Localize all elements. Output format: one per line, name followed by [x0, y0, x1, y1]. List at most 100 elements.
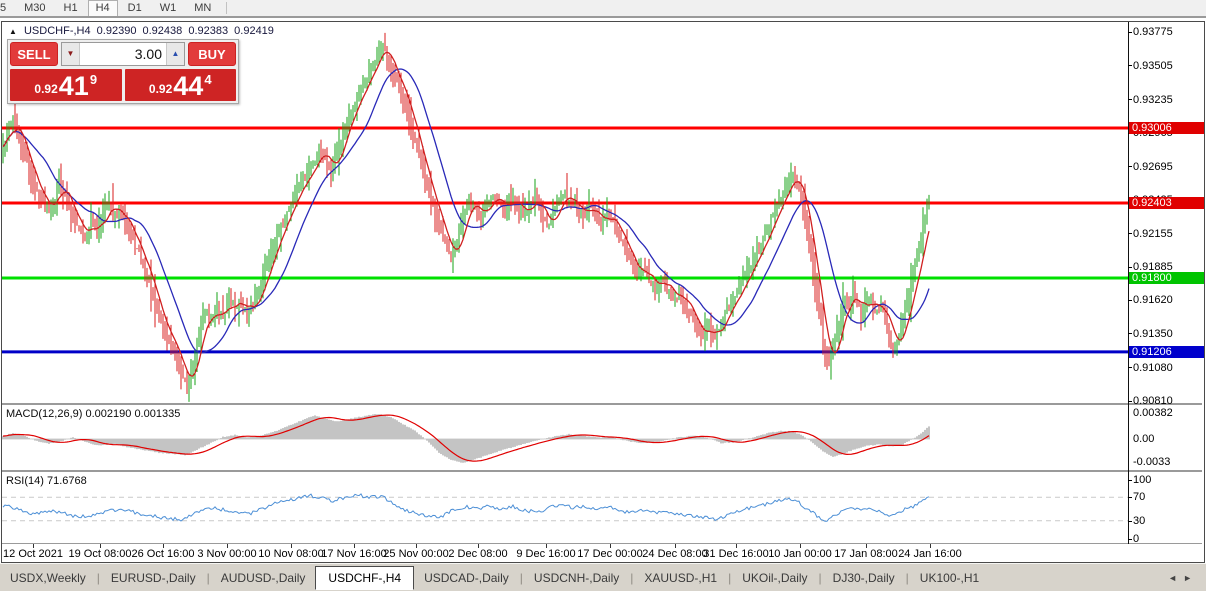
time-axis-label: 19 Oct 08:00: [69, 548, 132, 560]
chart-tab-usdchf-h4[interactable]: USDCHF-,H4: [315, 566, 414, 590]
time-axis-label: 2 Dec 08:00: [448, 548, 507, 560]
macd-axis-label: 0.00382: [1133, 408, 1201, 419]
price-axis-label: 0.90810: [1133, 396, 1201, 407]
axis-tick: [1128, 99, 1132, 100]
axis-tick: [1128, 300, 1132, 301]
macd-axis-label: 0.00: [1133, 434, 1201, 445]
price-axis-label: 0.93235: [1133, 95, 1201, 106]
sell-price-base: 0.92: [34, 82, 57, 96]
tab-scroll-left-icon[interactable]: ◄: [1168, 573, 1183, 583]
time-axis-label: 24 Dec 08:00: [642, 548, 707, 560]
tab-separator: |: [819, 571, 822, 585]
price-axis-label: 0.93775: [1133, 27, 1201, 38]
chart-tab-dj30-daily[interactable]: DJ30-,Daily: [823, 567, 905, 589]
rsi-axis-label: 30: [1133, 516, 1201, 527]
chart-tab-usdcad-daily[interactable]: USDCAD-,Daily: [414, 567, 519, 589]
macd-axis-label: -0.0033: [1133, 457, 1201, 468]
timeframe-toolbar: 5M30H1H4D1W1MN: [0, 0, 1206, 16]
time-axis-label: 10 Nov 08:00: [258, 548, 323, 560]
axis-tick: [1128, 521, 1132, 522]
buy-price-panel[interactable]: 0.92 44 4: [125, 69, 237, 101]
timeframe-button-d1[interactable]: D1: [120, 0, 150, 16]
time-axis-label: 17 Dec 00:00: [577, 548, 642, 560]
time-axis-label: 12 Oct 2021: [3, 548, 63, 560]
timeframe-button-mn[interactable]: MN: [186, 0, 219, 16]
rsi-indicator-chart[interactable]: [2, 472, 1128, 543]
time-axis-label: 26 Oct 16:00: [132, 548, 195, 560]
axis-tick: [1128, 32, 1132, 33]
chart-tab-uk100-h1[interactable]: UK100-,H1: [910, 567, 989, 589]
chart-window: ▲ USDCHF-,H4 0.92390 0.92438 0.92383 0.9…: [1, 21, 1205, 563]
time-axis-label: 17 Nov 16:00: [321, 548, 386, 560]
time-axis-label: 17 Jan 08:00: [834, 548, 898, 560]
price-axis-label: 0.91350: [1133, 329, 1201, 340]
tab-separator: |: [630, 571, 633, 585]
chart-tab-ukoil-daily[interactable]: UKOil-,Daily: [732, 567, 817, 589]
chart-title: ▲ USDCHF-,H4 0.92390 0.92438 0.92383 0.9…: [9, 25, 277, 37]
chart-tab-xauusd-h1[interactable]: XAUUSD-,H1: [634, 567, 727, 589]
ohlc-open: 0.92390: [97, 25, 137, 37]
sell-button[interactable]: SELL: [10, 42, 58, 66]
collapse-icon[interactable]: ▲: [9, 27, 17, 36]
axis-tick: [1128, 539, 1132, 540]
rsi-axis-label: 100: [1133, 475, 1201, 486]
tab-scroll-right-icon[interactable]: ►: [1183, 573, 1198, 583]
price-axis-label: 0.92695: [1133, 162, 1201, 173]
one-click-trading-panel: SELL ▼ ▲ BUY 0.92 41 9 0.92 44 4: [7, 39, 239, 104]
tab-separator: |: [906, 571, 909, 585]
time-axis-label: 10 Jan 00:00: [768, 548, 832, 560]
timeframe-button-h4[interactable]: H4: [88, 0, 118, 16]
sell-price-big: 41: [59, 73, 89, 99]
tab-separator: |: [97, 571, 100, 585]
axis-tick: [1128, 166, 1132, 167]
buy-button[interactable]: BUY: [188, 42, 236, 66]
volume-increase-button[interactable]: ▲: [166, 43, 184, 65]
rsi-axis-label: 0: [1133, 534, 1201, 545]
price-axis-label: 0.93505: [1133, 61, 1201, 72]
price-line-badge: 0.91206: [1129, 346, 1204, 358]
axis-tick: [1128, 333, 1132, 334]
price-line-badge: 0.93006: [1129, 122, 1204, 134]
timeframe-button-w1[interactable]: W1: [152, 0, 185, 16]
timeframe-button-5[interactable]: 5: [0, 0, 14, 16]
timeframe-button-m30[interactable]: M30: [16, 0, 53, 16]
ohlc-low: 0.92383: [188, 25, 228, 37]
time-axis-label: 31 Dec 16:00: [703, 548, 768, 560]
macd-histogram: [3, 414, 929, 463]
toolbar-divider: [0, 16, 1206, 18]
tab-separator: |: [728, 571, 731, 585]
price-axis-label: 0.92155: [1133, 229, 1201, 240]
axis-tick: [1128, 401, 1132, 402]
axis-tick: [1128, 367, 1132, 368]
chart-tab-bar: USDX,Weekly|EURUSD-,Daily|AUDUSD-,DailyU…: [0, 563, 1206, 591]
buy-price-big: 44: [173, 73, 203, 99]
chart-tab-audusd-daily[interactable]: AUDUSD-,Daily: [211, 567, 316, 589]
volume-input[interactable]: [80, 43, 166, 65]
time-axis-label: 24 Jan 16:00: [898, 548, 962, 560]
panel-divider: [2, 543, 1202, 544]
chart-tab-eurusd-daily[interactable]: EURUSD-,Daily: [101, 567, 206, 589]
time-axis-label: 25 Nov 00:00: [383, 548, 448, 560]
buy-price-pip: 4: [204, 72, 211, 87]
volume-box: ▼ ▲: [61, 42, 185, 66]
macd-label: MACD(12,26,9) 0.002190 0.001335: [6, 408, 180, 420]
slow-ma-line: [3, 69, 929, 353]
axis-tick: [1128, 267, 1132, 268]
toolbar-separator: [226, 2, 227, 14]
tab-separator: |: [207, 571, 210, 585]
trading-terminal-window: 5M30H1H4D1W1MN ▲ USDCHF-,H4 0.92390 0.92…: [0, 0, 1206, 591]
sell-price-pip: 9: [90, 72, 97, 87]
rsi-axis-label: 70: [1133, 492, 1201, 503]
tab-scroll-arrows: ◄►: [1168, 573, 1198, 583]
chart-tab-usdcnh-daily[interactable]: USDCNH-,Daily: [524, 567, 629, 589]
sell-price-panel[interactable]: 0.92 41 9: [10, 69, 122, 101]
time-axis-label: 3 Nov 00:00: [197, 548, 256, 560]
chart-symbol: USDCHF-,H4: [24, 25, 91, 37]
price-line-badge: 0.92403: [1129, 197, 1204, 209]
chart-tab-usdx-weekly[interactable]: USDX,Weekly: [0, 567, 96, 589]
ohlc-close: 0.92419: [234, 25, 274, 37]
tab-separator: |: [520, 571, 523, 585]
timeframe-button-h1[interactable]: H1: [56, 0, 86, 16]
rsi-label: RSI(14) 71.6768: [6, 475, 87, 487]
volume-decrease-button[interactable]: ▼: [62, 43, 80, 65]
